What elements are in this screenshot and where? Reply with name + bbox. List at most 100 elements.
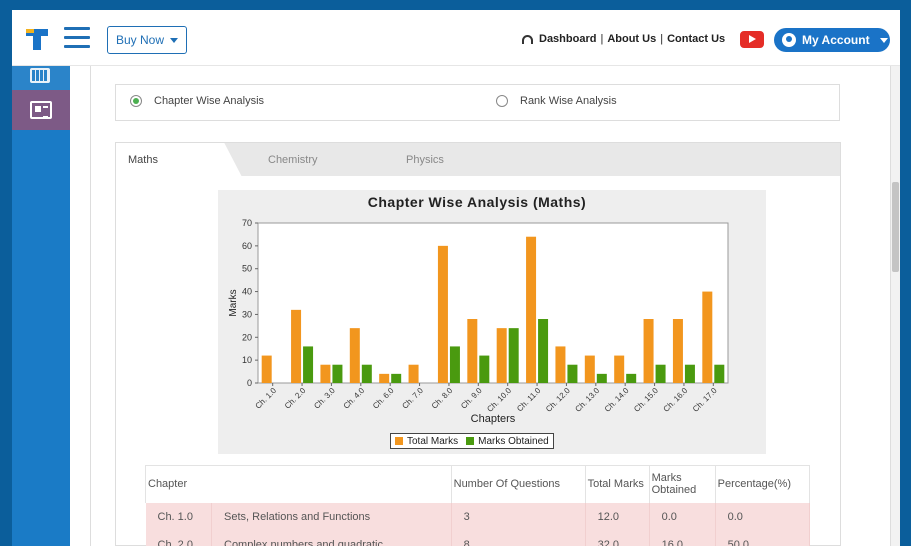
newspaper-icon <box>30 101 52 119</box>
x-tick-label: Ch. 16.0 <box>662 386 690 414</box>
plot-area <box>257 222 729 384</box>
y-tick-label: 30 <box>242 309 252 319</box>
cell-chapter-name: Complex numbers and quadratic <box>211 530 452 546</box>
chapter-chart: Chapter Wise Analysis (Maths) 0 10 20 30 40 5… <box>218 190 766 454</box>
x-tick-label: Ch. 1.0 <box>253 386 278 411</box>
chart-legend: Total Marks Marks Obtained <box>390 433 554 449</box>
bar-total-marks <box>261 355 272 383</box>
bar-total-marks <box>437 245 448 383</box>
page-scrollbar[interactable] <box>890 66 900 546</box>
caret-down-icon <box>879 37 888 43</box>
cell-questions: 8 <box>451 530 586 546</box>
y-tick-label: 70 <box>242 218 252 228</box>
cell-questions: 3 <box>451 502 586 531</box>
bar-total-marks <box>643 319 654 383</box>
brand-logo[interactable] <box>24 26 50 52</box>
x-tick-label: Ch. 7.0 <box>400 386 425 411</box>
cell-chapter-name: Sets, Relations and Functions <box>211 502 452 531</box>
bar-marks-obtained <box>655 364 666 383</box>
sidebar-item-news[interactable] <box>12 90 70 130</box>
bar-marks-obtained <box>361 364 372 383</box>
top-nav: Dashboard | About Us | Contact Us <box>522 33 725 45</box>
bar-total-marks <box>408 364 419 383</box>
nav-separator: | <box>600 33 604 45</box>
header-questions: Number Of Questions <box>451 465 586 503</box>
bar-marks-obtained <box>567 364 578 383</box>
bar-marks-obtained <box>714 364 725 383</box>
header-total-marks: Total Marks <box>585 465 650 503</box>
bar-total-marks <box>467 319 478 383</box>
content-divider <box>90 66 91 546</box>
bar-total-marks <box>614 355 625 383</box>
cell-chapter-no: Ch. 1.0 <box>145 502 212 531</box>
bar-marks-obtained <box>684 364 695 383</box>
table-row: Ch. 1.0 Sets, Relations and Functions 3 … <box>145 502 811 531</box>
cell-percentage: 0.0 <box>715 502 811 531</box>
x-tick-label: Ch. 17.0 <box>691 386 719 414</box>
bar-total-marks <box>584 355 595 383</box>
y-tick-label: 40 <box>242 287 252 297</box>
x-tick-label: Ch. 15.0 <box>632 386 660 414</box>
user-icon <box>782 33 796 47</box>
youtube-icon[interactable] <box>740 31 764 48</box>
buy-now-dropdown[interactable]: Buy Now <box>107 26 187 54</box>
cell-marks-obtained: 16.0 <box>649 530 716 546</box>
x-tick-label: Ch. 13.0 <box>573 386 601 414</box>
y-tick-label: 60 <box>242 241 252 251</box>
x-tick-label: Ch. 9.0 <box>459 386 484 411</box>
bar-total-marks <box>555 346 566 383</box>
chart-canvas: 010203040506070Ch. 1.0 Ch. 2.0 Ch. 3.0 Ch. … <box>228 218 729 425</box>
cell-total-marks: 32.0 <box>585 530 650 546</box>
tab-physics[interactable]: Physics <box>406 143 444 177</box>
bar-marks-obtained <box>508 328 519 383</box>
y-tick-label: 20 <box>242 332 252 342</box>
bar-marks-obtained <box>479 355 490 383</box>
chapter-table: Chapter Number Of Questions Total Marks … <box>145 465 811 546</box>
table-row: Ch. 2.0 Complex numbers and quadratic 8 … <box>145 530 811 546</box>
my-account-button[interactable]: My Account <box>774 28 890 52</box>
radio-rank-wise-label: Rank Wise Analysis <box>520 95 617 107</box>
y-tick-label: 50 <box>242 264 252 274</box>
bar-total-marks <box>526 236 537 383</box>
radio-chapter-wise[interactable]: Chapter Wise Analysis <box>130 95 264 107</box>
nav-separator: | <box>660 33 664 45</box>
sidebar-item-calendar[interactable] <box>12 66 70 90</box>
scrollbar-thumb[interactable] <box>892 182 899 272</box>
nav-dashboard[interactable]: Dashboard <box>539 33 596 45</box>
cell-percentage: 50.0 <box>715 530 811 546</box>
bar-total-marks <box>672 319 683 383</box>
x-tick-label: Ch. 6.0 <box>371 386 396 411</box>
bar-total-marks <box>379 373 390 383</box>
x-tick-label: Ch. 11.0 <box>515 386 543 414</box>
table-header-row: Chapter Number Of Questions Total Marks … <box>145 465 811 503</box>
cell-chapter-no: Ch. 2.0 <box>145 530 212 546</box>
header-chapter: Chapter <box>145 465 452 503</box>
caret-down-icon <box>170 37 179 43</box>
tab-maths[interactable]: Maths <box>116 143 242 177</box>
bar-total-marks <box>702 291 713 383</box>
legend-label-total: Total Marks <box>407 435 459 447</box>
bar-marks-obtained <box>303 346 314 383</box>
nav-about-us[interactable]: About Us <box>607 33 656 45</box>
radio-chapter-wise-label: Chapter Wise Analysis <box>154 95 265 107</box>
y-tick-label: 10 <box>242 355 252 365</box>
radio-rank-wise[interactable]: Rank Wise Analysis <box>496 95 617 107</box>
legend-label-obtained: Marks Obtained <box>478 435 549 447</box>
x-tick-label: Ch. 8.0 <box>430 386 455 411</box>
x-tick-label: Ch. 2.0 <box>283 386 308 411</box>
x-tick-label: Ch. 4.0 <box>342 386 367 411</box>
tab-chemistry[interactable]: Chemistry <box>268 143 318 177</box>
app-frame: Buy Now Dashboard | About Us | Contact Us … <box>12 10 900 546</box>
left-sidebar <box>12 66 70 546</box>
x-axis-label: Chapters <box>471 413 516 425</box>
menu-hamburger-icon[interactable] <box>64 27 90 49</box>
bar-marks-obtained <box>332 364 343 383</box>
x-tick-label: Ch. 3.0 <box>312 386 337 411</box>
nav-contact-us[interactable]: Contact Us <box>667 33 725 45</box>
legend-swatch-obtained <box>466 437 475 445</box>
bar-total-marks <box>320 364 331 383</box>
top-header: Buy Now Dashboard | About Us | Contact Us … <box>12 10 900 66</box>
bar-marks-obtained <box>626 373 637 383</box>
y-tick-label: 0 <box>247 378 252 388</box>
bar-marks-obtained <box>449 346 460 383</box>
